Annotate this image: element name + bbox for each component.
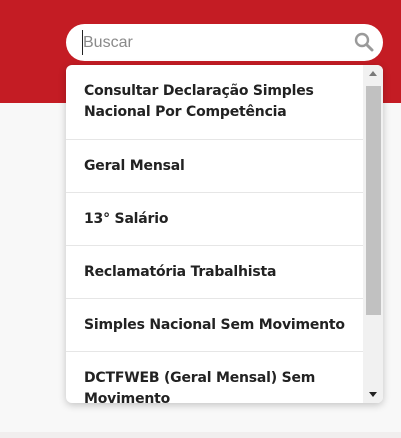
list-item-label: DCTFWEB (Geral Mensal) Sem Movimento (84, 370, 316, 403)
list-item[interactable]: 13° Salário (66, 193, 363, 246)
search-suggestions-dropdown: Consultar Declaração Simples Nacional Po… (66, 65, 383, 403)
list-item-label: Consultar Declaração Simples Nacional Po… (84, 83, 314, 120)
scroll-down-arrow-icon[interactable] (363, 386, 383, 403)
scrollbar-thumb[interactable] (366, 86, 381, 315)
list-item-label: Geral Mensal (84, 157, 185, 174)
search-input[interactable] (82, 30, 343, 55)
bottom-strip (0, 432, 401, 438)
scrollbar[interactable] (363, 65, 383, 403)
suggestions-list: Consultar Declaração Simples Nacional Po… (66, 65, 363, 403)
list-item[interactable]: Simples Nacional Sem Movimento (66, 299, 363, 352)
list-item[interactable]: Reclamatória Trabalhista (66, 246, 363, 299)
list-item[interactable]: Geral Mensal (66, 140, 363, 193)
search-icon[interactable] (354, 32, 374, 52)
list-item-label: 13° Salário (84, 210, 169, 227)
scroll-up-arrow-icon[interactable] (363, 65, 383, 82)
list-item[interactable]: DCTFWEB (Geral Mensal) Sem Movimento (66, 352, 363, 403)
list-item-label: Simples Nacional Sem Movimento (84, 316, 345, 333)
list-item-label: Reclamatória Trabalhista (84, 263, 277, 280)
search-box[interactable] (66, 24, 383, 61)
list-item[interactable]: Consultar Declaração Simples Nacional Po… (66, 65, 363, 140)
